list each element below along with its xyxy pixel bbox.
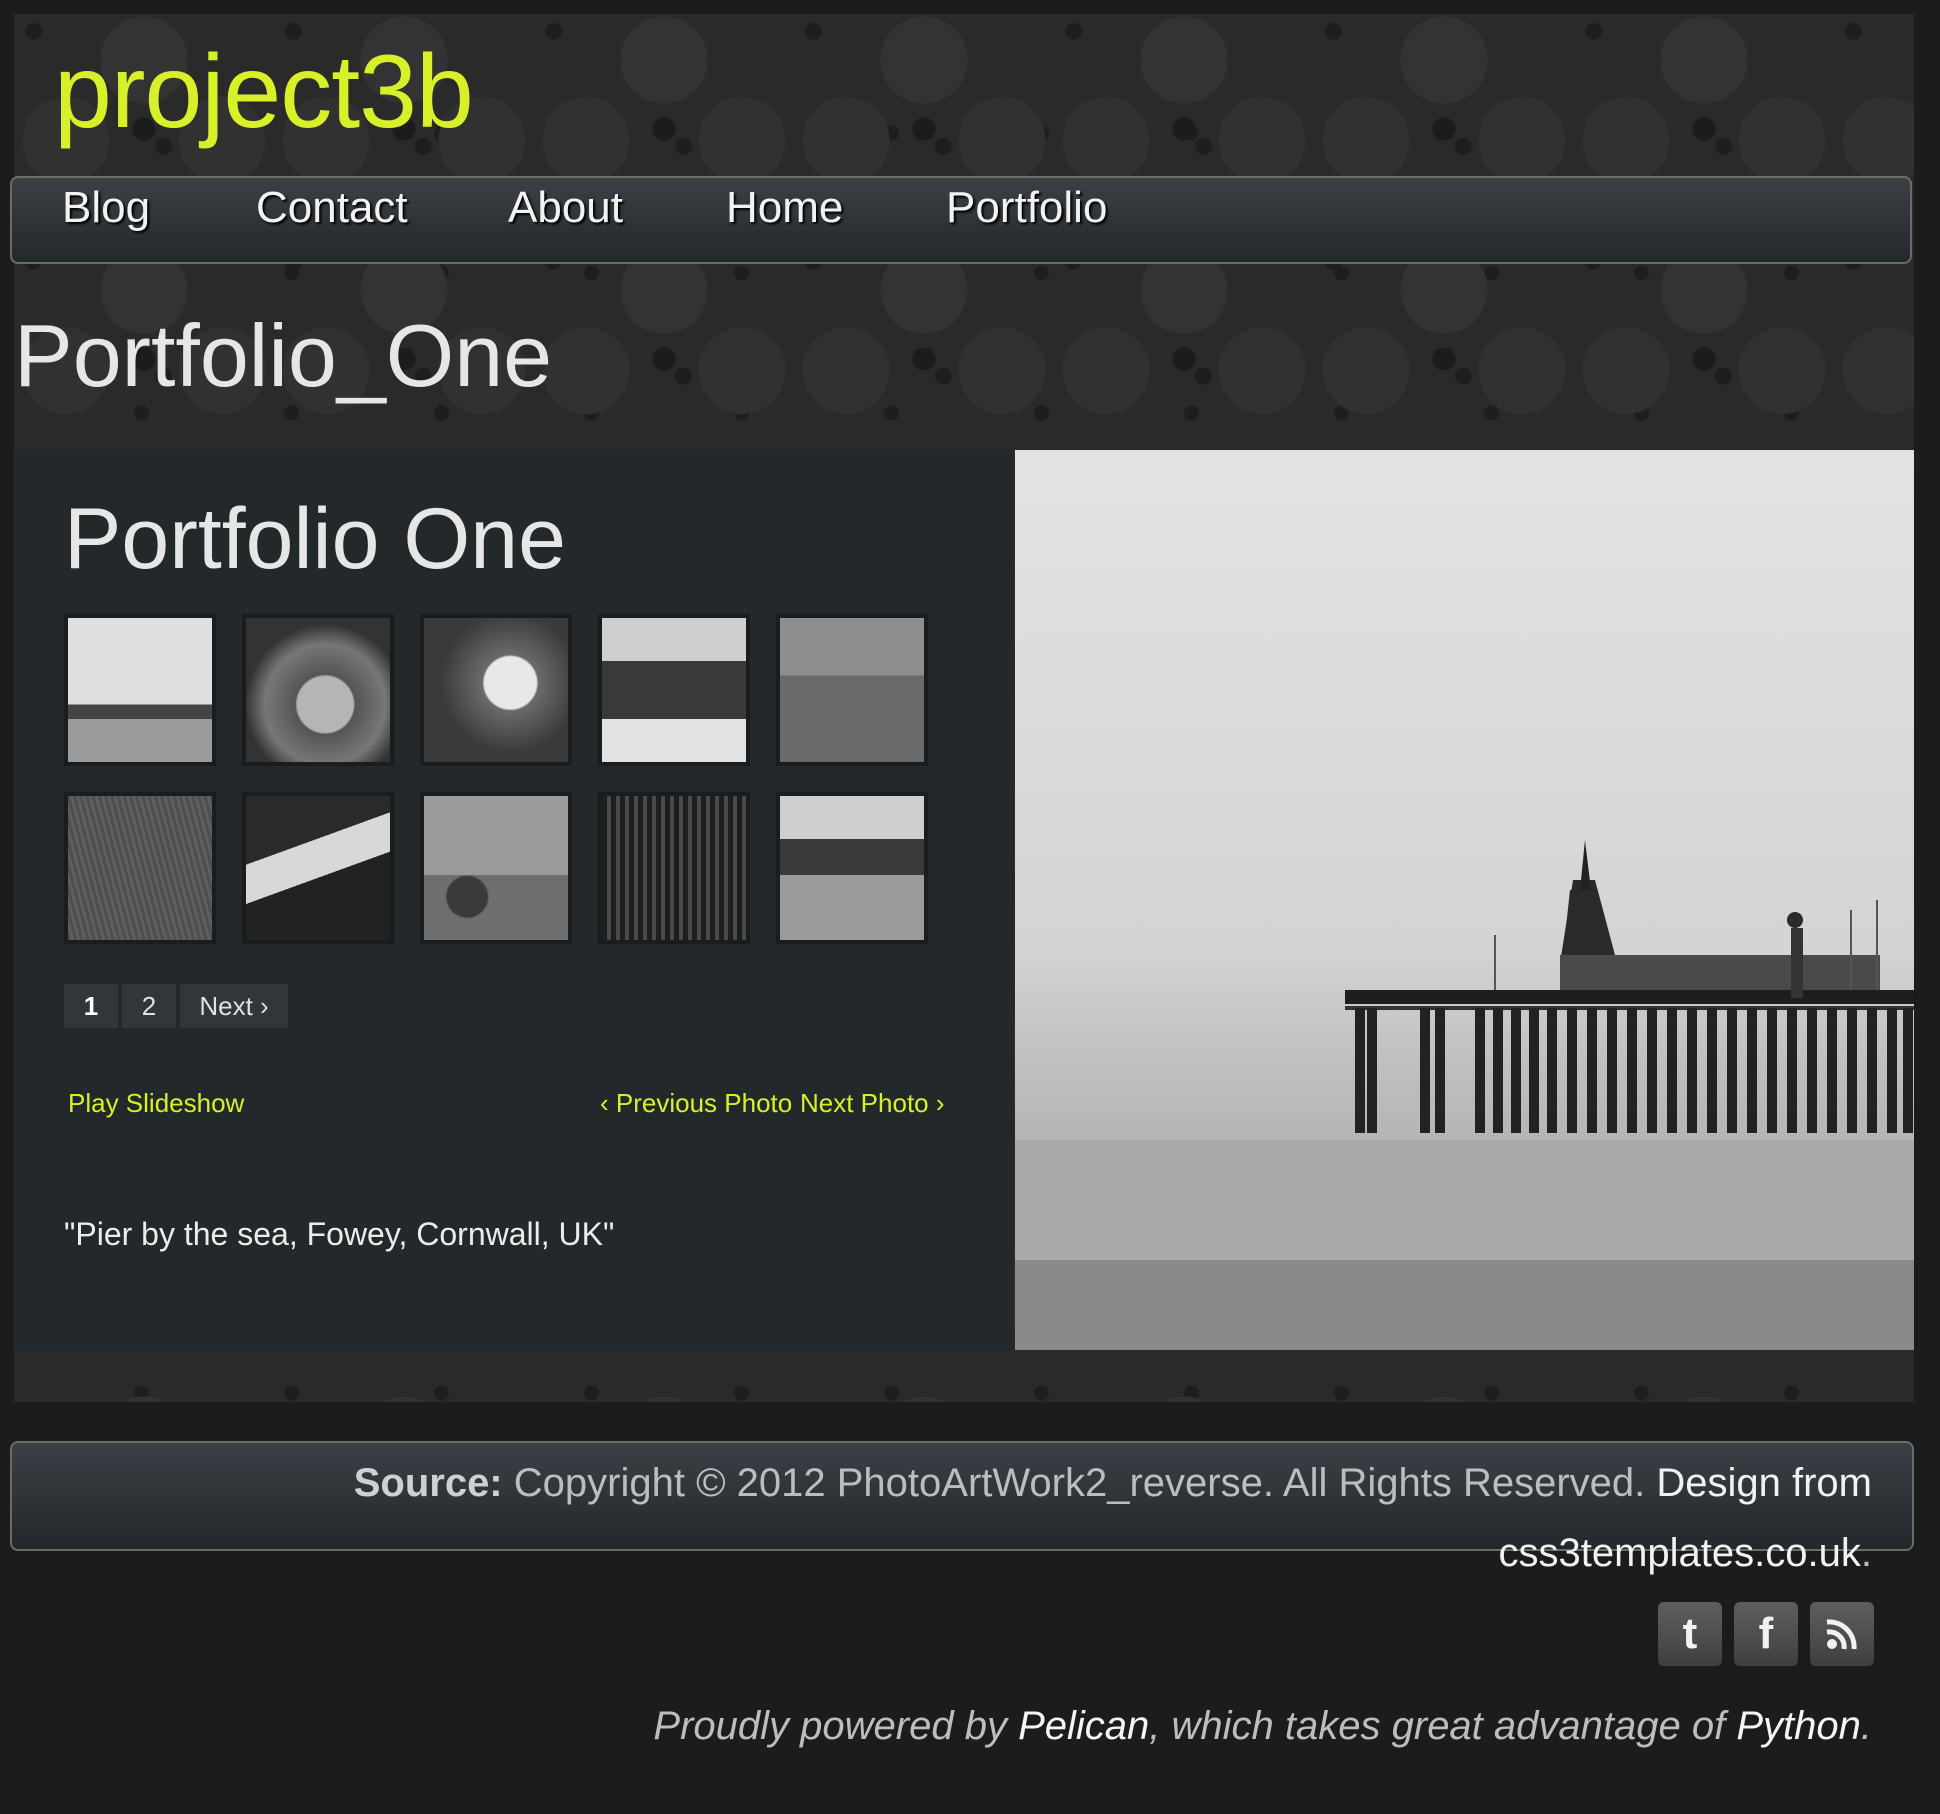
source-label: Source: [353, 1461, 503, 1505]
thumbnail-coast[interactable] [776, 792, 928, 944]
powered-by: Proudly powered by Pelican, which takes … [653, 1704, 1872, 1749]
rss-icon[interactable] [1810, 1602, 1874, 1666]
twitter-icon[interactable]: t [1658, 1602, 1722, 1666]
gallery-panel: Portfolio One 1 2 Next › Play Slideshow … [14, 450, 1014, 1350]
thumbnail-trees[interactable] [598, 792, 750, 944]
pelican-link[interactable]: Pelican [1018, 1704, 1149, 1748]
thumbnail-toy[interactable] [242, 614, 394, 766]
thumbnail-pipe[interactable] [242, 792, 394, 944]
thumbnail-sailboat[interactable] [776, 614, 928, 766]
pier-photo-illustration [1015, 840, 1914, 1350]
thumbnail-fountain[interactable] [420, 792, 572, 944]
play-slideshow-link[interactable]: Play Slideshow [68, 1088, 244, 1119]
footer-copyright: Source: Copyright © 2012 PhotoArtWork2_r… [312, 1448, 1872, 1588]
main-nav: Blog Contact About Home Portfolio [10, 176, 1912, 264]
pagination-current[interactable]: 1 [64, 984, 118, 1028]
pagination-next[interactable]: Next › [180, 984, 288, 1028]
powered-middle: , which takes great advantage of [1149, 1704, 1726, 1748]
design-link[interactable]: css3templates.co.uk [1498, 1531, 1860, 1575]
nav-item-blog[interactable]: Blog [62, 178, 150, 262]
thumbnail-flower[interactable] [420, 614, 572, 766]
main-photo[interactable] [1015, 450, 1914, 1350]
powered-suffix: . [1860, 1704, 1872, 1748]
thumbnail-grass[interactable] [64, 792, 216, 944]
photo-caption: "Pier by the sea, Fowey, Cornwall, UK" [64, 1216, 615, 1252]
thumbnail-pier[interactable] [64, 614, 216, 766]
facebook-icon[interactable]: f [1734, 1602, 1798, 1666]
nav-item-portfolio[interactable]: Portfolio [946, 178, 1107, 262]
design-from-text: Design from [1656, 1461, 1872, 1505]
footer-period: . [1860, 1531, 1872, 1575]
powered-prefix: Proudly powered by [653, 1704, 1007, 1748]
pagination-page-2[interactable]: 2 [122, 984, 176, 1028]
copyright-text: Copyright © 2012 PhotoArtWork2_reverse. … [513, 1461, 1646, 1505]
nav-item-about[interactable]: About [508, 178, 623, 262]
python-link[interactable]: Python [1736, 1704, 1861, 1748]
nav-item-home[interactable]: Home [726, 178, 843, 262]
gallery-title: Portfolio One [64, 491, 566, 587]
next-photo-link[interactable]: Next Photo › [800, 1088, 945, 1119]
page-title: Portfolio_One [14, 306, 553, 405]
rss-glyph [1826, 1619, 1857, 1650]
site-logo[interactable]: project3b [54, 40, 474, 144]
previous-photo-link[interactable]: ‹ Previous Photo [600, 1088, 792, 1119]
thumbnail-caravan[interactable] [598, 614, 750, 766]
nav-item-contact[interactable]: Contact [256, 178, 408, 262]
